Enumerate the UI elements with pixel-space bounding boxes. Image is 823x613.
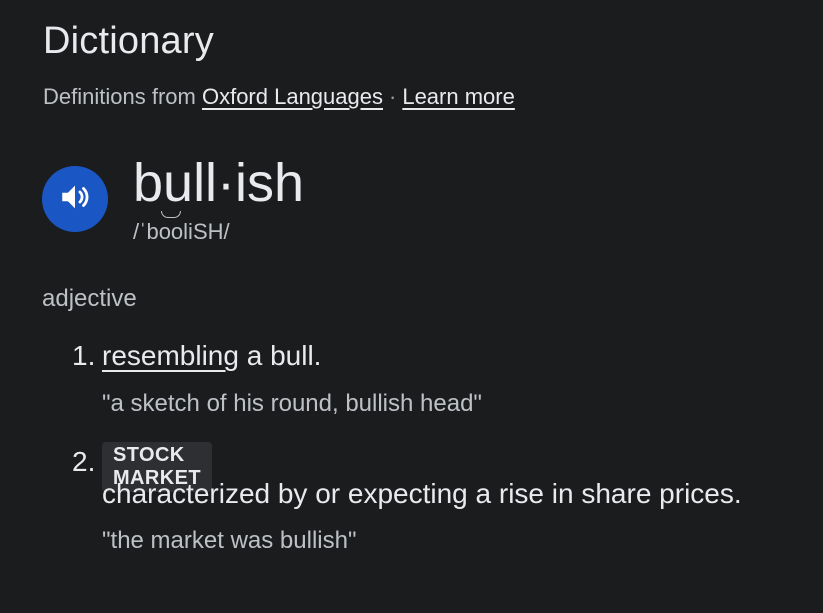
resembling-link[interactable]: resembling	[102, 340, 239, 371]
phonetic-tie: oo	[158, 211, 184, 244]
separator: ·	[389, 84, 397, 109]
source-prefix: Definitions from	[43, 84, 196, 109]
pronunciation-audio-button[interactable]	[42, 166, 108, 232]
definition-text: resembling a bull.	[102, 340, 321, 372]
definition-text: characterized by or expecting a rise in …	[102, 478, 742, 509]
phonetic-prefix: /ˈb	[133, 219, 159, 244]
dictionary-panel: Dictionary Definitions from Oxford Langu…	[42, 0, 823, 613]
definition-number: 2.	[72, 446, 96, 477]
learn-more-link[interactable]: Learn more	[402, 84, 515, 109]
phonetic-suffix: liSH/	[183, 219, 230, 244]
example-sentence: "the market was bullish"	[102, 527, 357, 554]
oxford-languages-link[interactable]: Oxford Languages	[202, 84, 383, 109]
definition-number: 1.	[72, 340, 96, 371]
example-sentence: "a sketch of his round, bullish head"	[102, 390, 482, 417]
definition-rest: a bull.	[238, 340, 322, 371]
part-of-speech: adjective	[42, 285, 137, 312]
speaker-icon	[58, 180, 92, 219]
panel-title: Dictionary	[43, 20, 214, 62]
headword: bull·ish	[133, 153, 305, 213]
source-line: Definitions from Oxford Languages · Learn …	[43, 84, 515, 110]
phonetic-spelling: /ˈbooliSH/	[133, 211, 230, 245]
